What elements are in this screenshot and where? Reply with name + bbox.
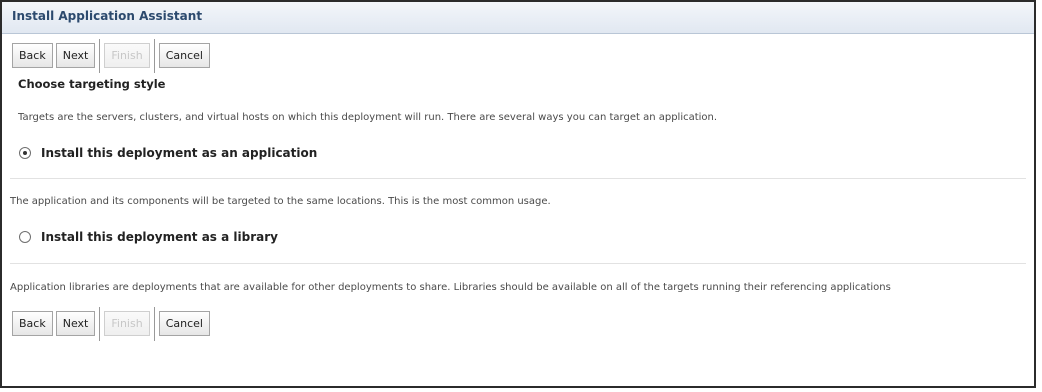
- top-button-bar: Back Next Finish Cancel: [12, 39, 213, 73]
- window-title: Install Application Assistant: [12, 9, 203, 23]
- back-button-top[interactable]: Back: [12, 43, 53, 68]
- divider: [10, 178, 1026, 179]
- radio-application[interactable]: [19, 147, 31, 159]
- radio-library[interactable]: [19, 231, 31, 243]
- toolbar-separator: [99, 307, 101, 341]
- bottom-button-bar: Back Next Finish Cancel: [12, 307, 213, 341]
- divider: [10, 263, 1026, 264]
- option-application[interactable]: Install this deployment as an applicatio…: [19, 146, 317, 160]
- toolbar-separator: [153, 39, 155, 73]
- next-button-top[interactable]: Next: [55, 43, 96, 68]
- option-library[interactable]: Install this deployment as a library: [19, 230, 278, 244]
- toolbar-separator: [99, 39, 101, 73]
- section-description: Targets are the servers, clusters, and v…: [18, 112, 718, 123]
- option-library-description: Application libraries are deployments th…: [10, 282, 891, 293]
- next-button-bottom[interactable]: Next: [55, 311, 96, 336]
- title-bar: Install Application Assistant: [2, 2, 1034, 34]
- cancel-button-top[interactable]: Cancel: [158, 43, 210, 68]
- option-application-description: The application and its components will …: [10, 196, 551, 207]
- cancel-button-bottom[interactable]: Cancel: [158, 311, 210, 336]
- toolbar-separator: [153, 307, 155, 341]
- install-application-assistant-panel: Install Application Assistant Back Next …: [0, 0, 1036, 388]
- finish-button-bottom[interactable]: Finish: [104, 311, 150, 336]
- finish-button-top[interactable]: Finish: [104, 43, 150, 68]
- back-button-bottom[interactable]: Back: [12, 311, 53, 336]
- option-library-label[interactable]: Install this deployment as a library: [41, 230, 278, 244]
- section-title: Choose targeting style: [18, 77, 166, 91]
- option-application-label[interactable]: Install this deployment as an applicatio…: [41, 146, 317, 160]
